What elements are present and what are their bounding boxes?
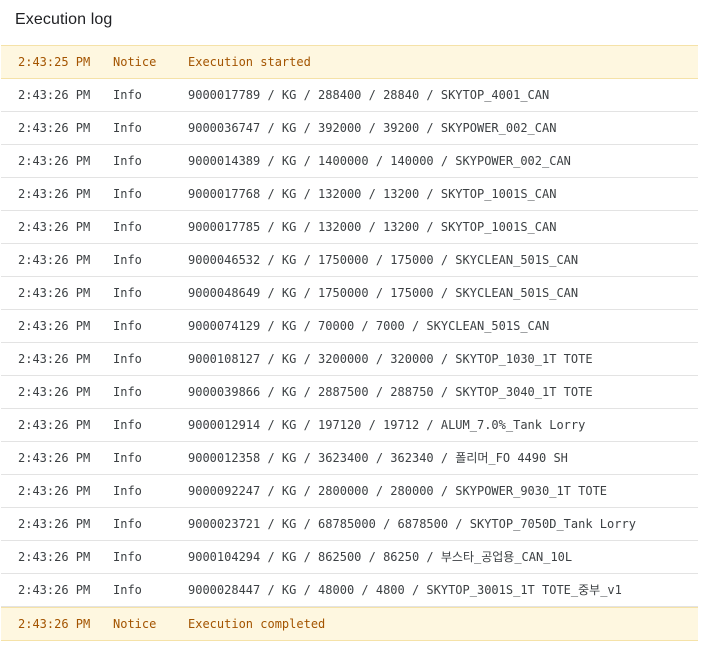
log-time: 2:43:26 PM — [18, 121, 91, 135]
log-message: 9000108127 / KG / 3200000 / 320000 / SKY… — [188, 352, 593, 366]
log-time: 2:43:26 PM — [18, 550, 91, 564]
log-message: 9000014389 / KG / 1400000 / 140000 / SKY… — [188, 154, 571, 168]
log-message: 9000017768 / KG / 132000 / 13200 / SKYTO… — [188, 187, 557, 201]
log-time: 2:43:26 PM — [18, 583, 91, 597]
log-time: 2:43:26 PM — [18, 517, 91, 531]
log-time: 2:43:25 PM — [18, 55, 91, 69]
log-row: 2:43:26 PM Info 9000017768 / KG / 132000 /… — [1, 178, 698, 211]
log-time: 2:43:26 PM — [18, 220, 91, 234]
log-level: Info — [113, 550, 142, 564]
log-time: 2:43:26 PM — [18, 385, 91, 399]
log-level: Notice — [113, 55, 157, 69]
log-message: 9000017785 / KG / 132000 / 13200 / SKYTO… — [188, 220, 557, 234]
log-time: 2:43:26 PM — [18, 617, 91, 631]
log-row: 2:43:26 PM Info 9000017789 / KG / 288400 /… — [1, 79, 698, 112]
log-time: 2:43:26 PM — [18, 286, 91, 300]
log-level: Info — [113, 517, 142, 531]
log-message: 9000046532 / KG / 1750000 / 175000 / SKY… — [188, 253, 579, 267]
log-message: 9000017789 / KG / 288400 / 28840 / SKYTO… — [188, 88, 550, 102]
log-message: 9000036747 / KG / 392000 / 39200 / SKYPO… — [188, 121, 557, 135]
log-row-notice: 2:43:26 PM Notice Execution completed — [1, 607, 698, 641]
log-level: Info — [113, 253, 142, 267]
log-level: Info — [113, 385, 142, 399]
log-time: 2:43:26 PM — [18, 484, 91, 498]
log-time: 2:43:26 PM — [18, 187, 91, 201]
log-level: Info — [113, 352, 142, 366]
log-time: 2:43:26 PM — [18, 451, 91, 465]
log-row: 2:43:26 PM Info 9000092247 / KG / 2800000 … — [1, 475, 698, 508]
log-level: Info — [113, 187, 142, 201]
log-row: 2:43:26 PM Info 9000046532 / KG / 1750000 … — [1, 244, 698, 277]
log-level: Info — [113, 451, 142, 465]
log-row: 2:43:26 PM Info 9000036747 / KG / 392000 /… — [1, 112, 698, 145]
log-level: Info — [113, 220, 142, 234]
log-row: 2:43:26 PM Info 9000023721 / KG / 68785000… — [1, 508, 698, 541]
log-level: Info — [113, 121, 142, 135]
log-row: 2:43:26 PM Info 9000048649 / KG / 1750000 … — [1, 277, 698, 310]
log-time: 2:43:26 PM — [18, 253, 91, 267]
log-message: 9000092247 / KG / 2800000 / 280000 / SKY… — [188, 484, 608, 498]
log-row: 2:43:26 PM Info 9000039866 / KG / 2887500 … — [1, 376, 698, 409]
log-level: Info — [113, 319, 142, 333]
log-row: 2:43:26 PM Info 9000074129 / KG / 70000 / … — [1, 310, 698, 343]
log-row: 2:43:26 PM Info 9000028447 / KG / 48000 / … — [1, 574, 698, 607]
log-level: Info — [113, 418, 142, 432]
log-level: Notice — [113, 617, 157, 631]
log-level: Info — [113, 154, 142, 168]
log-row: 2:43:26 PM Info 9000017785 / KG / 132000 /… — [1, 211, 698, 244]
log-message: 9000028447 / KG / 48000 / 4800 / SKYTOP_… — [188, 583, 622, 597]
log-level: Info — [113, 286, 142, 300]
log-message: 9000074129 / KG / 70000 / 7000 / SKYCLEA… — [188, 319, 550, 333]
log-row: 2:43:26 PM Info 9000104294 / KG / 862500 /… — [1, 541, 698, 574]
log-row: 2:43:26 PM Info 9000012358 / KG / 3623400 … — [1, 442, 698, 475]
log-row: 2:43:26 PM Info 9000014389 / KG / 1400000 … — [1, 145, 698, 178]
log-message: Execution completed — [188, 617, 326, 631]
log-message: 9000023721 / KG / 68785000 / 6878500 / S… — [188, 517, 636, 531]
log-row: 2:43:26 PM Info 9000012914 / KG / 197120 /… — [1, 409, 698, 442]
log-time: 2:43:26 PM — [18, 352, 91, 366]
log-message: 9000048649 / KG / 1750000 / 175000 / SKY… — [188, 286, 579, 300]
log-time: 2:43:26 PM — [18, 418, 91, 432]
execution-log-list[interactable]: 2:43:25 PM Notice Execution started 2:43:26… — [1, 45, 698, 641]
log-message: 9000039866 / KG / 2887500 / 288750 / SKY… — [188, 385, 593, 399]
log-time: 2:43:26 PM — [18, 319, 91, 333]
log-row: 2:43:26 PM Info 9000108127 / KG / 3200000 … — [1, 343, 698, 376]
log-level: Info — [113, 583, 142, 597]
log-row-notice: 2:43:25 PM Notice Execution started — [1, 45, 698, 79]
log-time: 2:43:26 PM — [18, 88, 91, 102]
log-message: 9000104294 / KG / 862500 / 86250 / 부스타_공… — [188, 550, 573, 564]
log-message: 9000012914 / KG / 197120 / 19712 / ALUM_… — [188, 418, 586, 432]
log-level: Info — [113, 88, 142, 102]
log-level: Info — [113, 484, 142, 498]
page-title: Execution log — [15, 11, 113, 28]
log-message: 9000012358 / KG / 3623400 / 362340 / 폴리머… — [188, 451, 568, 465]
log-time: 2:43:26 PM — [18, 154, 91, 168]
log-message: Execution started — [188, 55, 311, 69]
